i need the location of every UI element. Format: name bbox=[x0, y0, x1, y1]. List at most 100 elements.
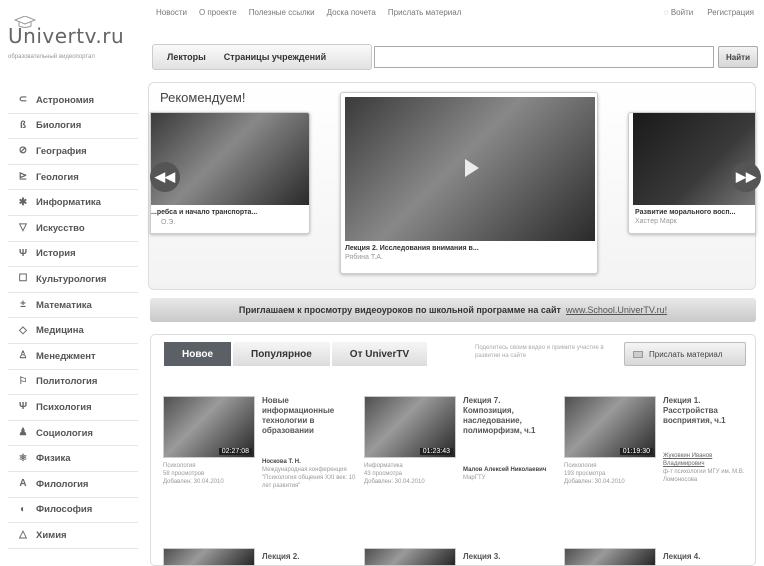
video-added: Добавлен: 30.04.2010 bbox=[564, 479, 625, 485]
login-link[interactable]: ◌ Войти bbox=[664, 8, 693, 17]
video-author-extra: ф-т психологии МГУ им. М.В. Ломоносова bbox=[663, 469, 745, 483]
atom-icon: ⚛ bbox=[18, 452, 28, 464]
sidebar-item[interactable]: ✱ Информатика bbox=[8, 190, 138, 216]
nav-send-material[interactable]: Прислать материал bbox=[388, 8, 462, 17]
video-thumbnail bbox=[151, 113, 309, 205]
video-title[interactable]: Лекция 7. Композиция, наследование, поли… bbox=[463, 396, 553, 436]
sidebar-item-label: Менеджмент bbox=[36, 350, 96, 362]
video-thumbnail[interactable]: 02:27:08 bbox=[163, 396, 255, 458]
video-thumbnail[interactable]: 01:23:43 bbox=[364, 396, 456, 458]
nav-links[interactable]: Полезные ссылки bbox=[249, 8, 315, 17]
card-title: ...ребса и начало транспорта... bbox=[151, 209, 258, 216]
sidebar-item-label: Психология bbox=[36, 401, 92, 413]
tab-lecturers[interactable]: Лекторы bbox=[167, 52, 206, 62]
video-title[interactable]: Лекция 3. bbox=[463, 552, 500, 562]
send-material-button[interactable]: Прислать материал bbox=[624, 342, 746, 366]
video-tabs: Новое Популярное От UniverTV bbox=[164, 342, 428, 366]
frame-icon: ☐ bbox=[18, 273, 28, 285]
sidebar-item[interactable]: ⊘ География bbox=[8, 139, 138, 165]
video-duration: 02:27:08 bbox=[218, 448, 252, 455]
carousel-card-center[interactable]: Лекция 2. Исследования внимания в... Ряб… bbox=[340, 92, 598, 274]
video-category[interactable]: Психология bbox=[163, 462, 258, 470]
thought-icon: ◐ bbox=[19, 503, 27, 515]
card-author: Хастер Марк bbox=[635, 218, 677, 225]
top-nav: Новости О проекте Полезные ссылки Доска … bbox=[156, 8, 461, 17]
video-thumbnail[interactable]: 01:19:30 bbox=[564, 396, 656, 458]
video-title[interactable]: Новые информационные технологии в образо… bbox=[262, 396, 358, 436]
sidebar-item[interactable]: ◇ Медицина bbox=[8, 318, 138, 344]
video-author[interactable]: Носкова Т. Н. bbox=[262, 458, 358, 466]
tab-new[interactable]: Новое bbox=[164, 342, 232, 366]
telescope-icon: ⊂ bbox=[18, 94, 28, 106]
sidebar-item[interactable]: ▽ Искусство bbox=[8, 216, 138, 242]
rock-icon: ⊵ bbox=[18, 171, 28, 183]
video-author[interactable]: Малов Алексей Николаевич bbox=[463, 466, 553, 474]
envelope-icon bbox=[633, 350, 643, 358]
sidebar-item[interactable]: ⚐ Политология bbox=[8, 370, 138, 396]
video-views: 58 просмотров bbox=[163, 471, 205, 477]
video-author-extra: МарГТУ bbox=[463, 475, 486, 481]
column-icon: Ψ bbox=[18, 247, 28, 259]
share-hint: Поделитесь своим видео и примите участие… bbox=[475, 345, 604, 359]
video-author[interactable]: Жуковкин Иванов Владимирович bbox=[663, 452, 753, 468]
carousel-prev-button[interactable]: ◀◀ bbox=[150, 162, 180, 192]
tab-popular[interactable]: Популярное bbox=[233, 342, 330, 366]
sidebar-item[interactable]: ☐ Культурология bbox=[8, 267, 138, 293]
sidebar-item[interactable]: ◐ Философия bbox=[8, 498, 138, 524]
sidebar-item[interactable]: ♟ Социология bbox=[8, 421, 138, 447]
group-icon: ♟ bbox=[18, 427, 28, 439]
sidebar-item-label: Геология bbox=[36, 171, 79, 183]
sidebar-item[interactable]: △ Химия bbox=[8, 523, 138, 549]
video-author-block: Малов Алексей Николаевич МарГТУ bbox=[463, 466, 553, 482]
video-author-extra: Международная конференция "Психология об… bbox=[262, 467, 356, 489]
sidebar-item[interactable]: ß Биология bbox=[8, 114, 138, 140]
nav-honor-board[interactable]: Доска почета bbox=[327, 8, 376, 17]
sidebar-item[interactable]: ⊂ Астрономия bbox=[8, 88, 138, 114]
login-label: Войти bbox=[670, 8, 694, 17]
video-category[interactable]: Психология bbox=[564, 462, 659, 470]
site-logo[interactable]: Univertv.ru образовательный видеопортал bbox=[8, 14, 138, 66]
sidebar-item-label: Астрономия bbox=[36, 94, 95, 106]
video-added: Добавлен: 30.04.2010 bbox=[163, 479, 224, 485]
sidebar-item-label: География bbox=[36, 145, 87, 157]
search-input[interactable] bbox=[374, 46, 714, 68]
video-thumbnail[interactable] bbox=[364, 548, 456, 566]
sidebar-item[interactable]: ⚛ Физика bbox=[8, 446, 138, 472]
sidebar-item[interactable]: Ψ Психология bbox=[8, 395, 138, 421]
logo-text: Univertv.ru bbox=[8, 24, 125, 48]
video-added: Добавлен: 30.04.2010 bbox=[364, 479, 425, 485]
video-thumbnail[interactable] bbox=[163, 548, 255, 566]
video-title[interactable]: Лекция 2. bbox=[262, 552, 299, 562]
sidebar-item[interactable]: ♙ Менеджмент bbox=[8, 344, 138, 370]
video-meta: Психология 58 просмотров Добавлен: 30.04… bbox=[163, 462, 258, 486]
sidebar-item-label: Биология bbox=[36, 120, 82, 132]
video-title[interactable]: Лекция 4. bbox=[663, 552, 700, 562]
fast-forward-icon: ▶▶ bbox=[736, 169, 756, 184]
video-title[interactable]: Лекция 1. Расстройства восприятия, ч.1 bbox=[663, 396, 753, 426]
tab-from-univertv[interactable]: От UniverTV bbox=[331, 342, 428, 366]
register-link[interactable]: Регистрация bbox=[707, 8, 754, 17]
video-views: 43 просмотра bbox=[364, 471, 403, 477]
tab-institutions[interactable]: Страницы учреждений bbox=[224, 52, 326, 62]
sidebar-item[interactable]: ⊵ Геология bbox=[8, 165, 138, 191]
video-category[interactable]: Информатика bbox=[364, 462, 459, 470]
rewind-icon: ◀◀ bbox=[155, 169, 175, 184]
video-thumbnail[interactable] bbox=[564, 548, 656, 566]
nav-news[interactable]: Новости bbox=[156, 8, 187, 17]
sidebar-item-label: Медицина bbox=[36, 325, 84, 337]
video-thumbnail bbox=[633, 113, 755, 205]
chip-icon: ✱ bbox=[18, 196, 28, 208]
sidebar-item[interactable]: ± Математика bbox=[8, 293, 138, 319]
sidebar-item-label: Математика bbox=[36, 299, 92, 311]
search-button[interactable]: Найти bbox=[718, 46, 758, 68]
video-duration: 01:23:43 bbox=[419, 448, 453, 455]
sidebar-item-label: Философия bbox=[36, 504, 93, 516]
video-meta: Информатика 43 просмотра Добавлен: 30.04… bbox=[364, 462, 459, 486]
sidebar-item-label: Политология bbox=[36, 376, 98, 388]
carousel-next-button[interactable]: ▶▶ bbox=[731, 162, 761, 192]
nav-about[interactable]: О проекте bbox=[199, 8, 237, 17]
sidebar-item[interactable]: Ψ История bbox=[8, 242, 138, 268]
sidebar-item[interactable]: A Филология bbox=[8, 472, 138, 498]
banner-link[interactable]: www.School.UniverTV.ru! bbox=[566, 305, 667, 315]
play-icon[interactable] bbox=[465, 159, 479, 177]
